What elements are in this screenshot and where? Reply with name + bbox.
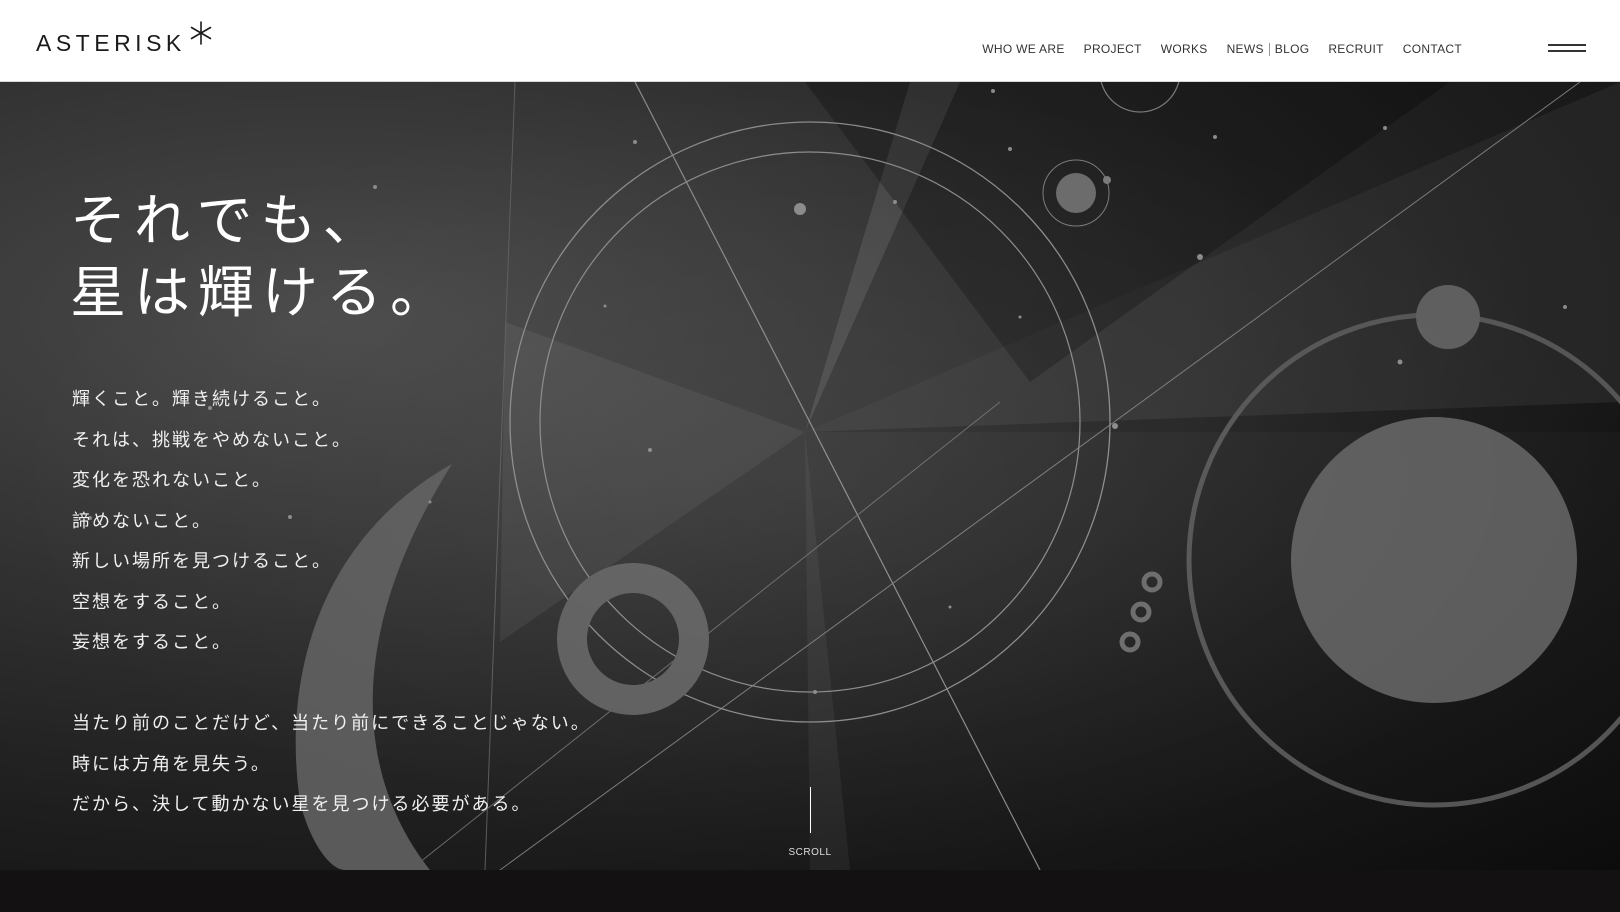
headline-line: それでも、: [70, 189, 387, 254]
hamburger-bar: [1548, 50, 1586, 52]
body-line: 妄想をすること。: [72, 632, 232, 653]
hero-body-copy: 輝くこと。輝き続けること。 それは、挑戦をやめないこと。 変化を恐れないこと。 …: [72, 380, 591, 826]
site-header: ASTERISK WHO WE ARE PROJECT WORKS NEWS B…: [0, 0, 1620, 82]
nav-recruit[interactable]: RECRUIT: [1328, 42, 1383, 56]
bottom-band: [0, 870, 1620, 912]
logo-wordmark: ASTERISK: [36, 30, 186, 56]
body-line: 当たり前のことだけど、当たり前にできることじゃない。: [72, 713, 591, 734]
nav-project[interactable]: PROJECT: [1084, 42, 1142, 56]
hamburger-menu-icon[interactable]: [1548, 43, 1586, 53]
main-nav: WHO WE ARE PROJECT WORKS NEWS BLOG RECRU…: [963, 42, 1462, 56]
nav-who-we-are[interactable]: WHO WE ARE: [982, 42, 1064, 56]
asterisk-icon: [190, 21, 212, 45]
nav-news[interactable]: NEWS: [1227, 42, 1264, 56]
scroll-indicator[interactable]: SCROLL: [780, 787, 840, 858]
nav-divider: [1268, 42, 1270, 56]
scroll-label: SCROLL: [788, 847, 832, 858]
body-line: それは、挑戦をやめないこと。: [72, 429, 352, 451]
body-line: 時には方角を見失う。: [72, 753, 271, 775]
nav-contact[interactable]: CONTACT: [1403, 42, 1462, 56]
nav-news-blog-group: NEWS BLOG: [1227, 42, 1310, 56]
nav-blog[interactable]: BLOG: [1275, 42, 1310, 56]
body-line: だから、決して動かない星を見つける必要がある。: [72, 794, 532, 815]
hero-headline: それでも、 星は輝ける。: [70, 186, 454, 330]
body-line: 空想をすること。: [72, 591, 232, 613]
hero-section: それでも、 星は輝ける。 輝くこと。輝き続けること。 それは、挑戦をやめないこと…: [0, 82, 1620, 870]
body-line: 諦めないこと。: [72, 510, 212, 532]
body-line: 輝くこと。輝き続けること。: [72, 389, 332, 410]
body-line: 新しい場所を見つけること。: [72, 551, 332, 572]
hamburger-bar: [1548, 44, 1586, 46]
site-logo[interactable]: ASTERISK: [36, 21, 214, 60]
nav-works[interactable]: WORKS: [1161, 42, 1208, 56]
scroll-line: [809, 787, 811, 833]
body-line: 変化を恐れないこと。: [72, 470, 272, 491]
headline-line: 星は輝ける。: [70, 261, 454, 326]
